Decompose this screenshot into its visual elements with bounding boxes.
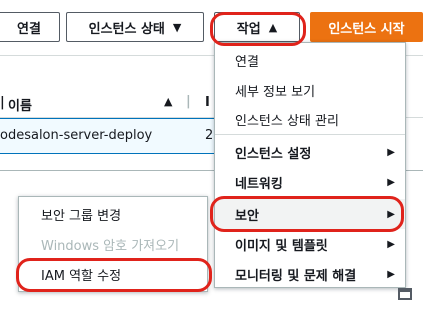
menu-item-manage-state[interactable]: 인스턴스 상태 관리 <box>215 105 405 135</box>
menu-item-monitoring[interactable]: 모니터링 및 문제 해결 ▶ <box>215 259 405 289</box>
menu-item-label: 연결 <box>235 54 259 70</box>
launch-instance-button[interactable]: 인스턴스 시작 <box>310 12 423 42</box>
menu-item-label: 네트워킹 <box>235 176 283 192</box>
next-cell: 2 <box>205 128 214 143</box>
chevron-right-icon: ▶ <box>387 208 395 220</box>
instance-name-cell: odesalon-server-deploy <box>0 128 153 143</box>
actions-button-label: 작업 <box>236 21 261 37</box>
submenu-item-label: Windows 암호 가져오기 <box>41 238 180 254</box>
chevron-right-icon: ▶ <box>387 146 395 158</box>
chevron-right-icon: ▶ <box>387 238 395 250</box>
instance-state-button[interactable]: 인스턴스 상태 ▼ <box>66 12 204 42</box>
chevron-right-icon: ▶ <box>387 268 395 280</box>
menu-item-view-details[interactable]: 세부 정보 보기 <box>215 75 405 105</box>
menu-item-label: 인스턴스 설정 <box>235 146 312 162</box>
col-separator: | <box>0 95 5 110</box>
submenu-item-change-security-groups[interactable]: 보안 그룹 변경 <box>19 199 207 229</box>
submenu-item-label: 보안 그룹 변경 <box>41 208 122 224</box>
submenu-item-label: IAM 역할 수정 <box>41 268 122 284</box>
table-row[interactable]: odesalon-server-deploy 2 <box>0 118 230 154</box>
launch-instance-label: 인스턴스 시작 <box>328 21 405 37</box>
menu-item-label: 이미지 및 템플릿 <box>235 238 328 254</box>
menu-item-instance-settings[interactable]: 인스턴스 설정 ▶ <box>215 137 405 167</box>
column-next-header[interactable]: I <box>205 95 210 110</box>
column-name-header[interactable]: 이름 <box>8 95 32 114</box>
menu-item-label: 보안 <box>235 208 259 224</box>
instance-state-label: 인스턴스 상태 <box>88 21 165 37</box>
menu-item-security[interactable]: 보안 ▶ <box>215 199 405 229</box>
submenu-item-modify-iam-role[interactable]: IAM 역할 수정 <box>19 259 207 289</box>
menu-item-label: 세부 정보 보기 <box>235 84 316 100</box>
caret-down-icon: ▼ <box>172 20 182 34</box>
submenu-item-get-windows-password: Windows 암호 가져오기 <box>19 229 207 259</box>
connect-button[interactable]: 연결 <box>0 12 60 42</box>
menu-item-connect[interactable]: 연결 <box>215 45 405 75</box>
menu-item-networking[interactable]: 네트워킹 ▶ <box>215 167 405 197</box>
col-divider: | <box>186 94 191 109</box>
actions-menu: 연결 세부 정보 보기 인스턴스 상태 관리 인스턴스 설정 ▶ 네트워킹 ▶ … <box>214 42 406 288</box>
sort-asc-icon[interactable]: ▲ <box>164 95 172 108</box>
menu-item-images-templates[interactable]: 이미지 및 템플릿 ▶ <box>215 229 405 259</box>
menu-item-label: 인스턴스 상태 관리 <box>235 114 339 129</box>
chevron-right-icon: ▶ <box>387 176 395 188</box>
connect-button-label: 연결 <box>17 21 41 37</box>
menu-item-label: 모니터링 및 문제 해결 <box>235 268 357 284</box>
caret-up-icon: ▲ <box>268 20 278 34</box>
window-icon[interactable] <box>398 288 412 300</box>
security-submenu: 보안 그룹 변경 Windows 암호 가져오기 IAM 역할 수정 <box>18 196 208 292</box>
actions-button[interactable]: 작업 ▲ <box>214 12 300 42</box>
